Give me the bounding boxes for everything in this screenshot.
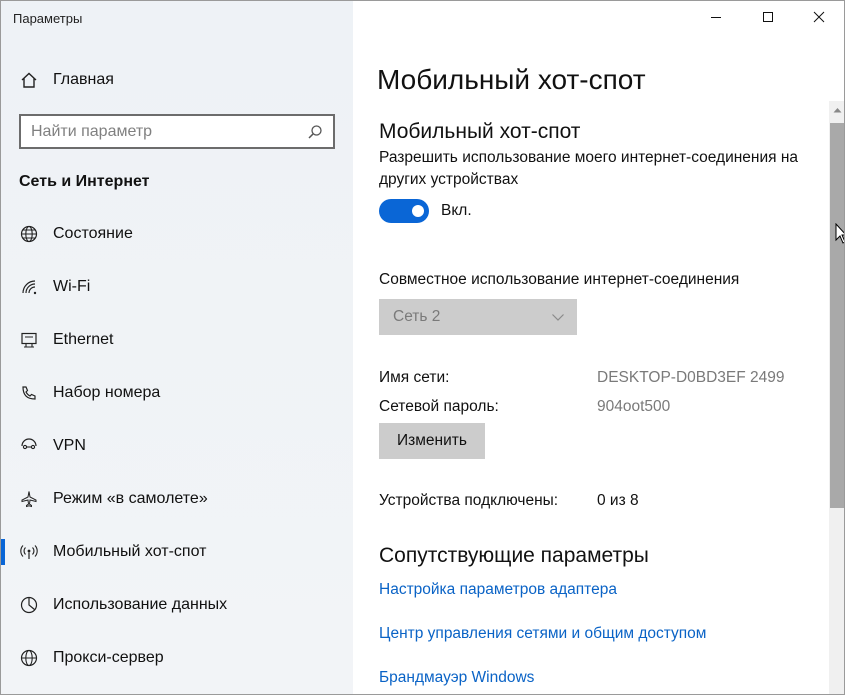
toggle-knob	[412, 205, 424, 217]
dialup-icon	[19, 383, 39, 403]
chevron-down-icon	[552, 314, 564, 321]
network-name-value: DESKTOP-D0BD3EF 2499	[597, 369, 785, 386]
mouse-cursor-icon	[835, 223, 844, 244]
globe-icon	[19, 648, 39, 668]
home-label: Главная	[53, 71, 114, 88]
chevron-up-icon	[833, 108, 842, 113]
search-input[interactable]	[21, 122, 303, 141]
sidebar-item-airplane[interactable]: Режим «в самолете»	[1, 472, 353, 525]
sidebar-nav: Состояние Wi-Fi Ethernet Набор номера VP…	[1, 207, 353, 684]
page-title: Мобильный хот-спот	[377, 64, 646, 95]
settings-window: Параметры Главная Сеть и Интернет Состоя…	[0, 0, 845, 695]
sidebar: Параметры Главная Сеть и Интернет Состоя…	[1, 1, 353, 694]
vpn-icon	[19, 436, 39, 456]
sidebar-item-hotspot[interactable]: Мобильный хот-спот	[1, 525, 353, 578]
devices-connected-label: Устройства подключены:	[379, 492, 559, 509]
hotspot-toggle[interactable]	[379, 199, 429, 223]
sidebar-item-label: Мобильный хот-спот	[53, 542, 207, 560]
share-connection-label: Совместное использование интернет-соедин…	[379, 271, 740, 288]
firewall-link[interactable]: Брандмауэр Windows	[379, 669, 534, 687]
sidebar-item-wifi[interactable]: Wi-Fi	[1, 260, 353, 313]
toggle-state-label: Вкл.	[441, 202, 472, 219]
search-icon[interactable]	[303, 120, 327, 144]
related-settings-title: Сопутствующие параметры	[379, 544, 649, 567]
sidebar-item-data-usage[interactable]: Использование данных	[1, 578, 353, 631]
sidebar-item-label: Ethernet	[53, 330, 114, 348]
password-label: Сетевой пароль:	[379, 398, 499, 415]
ethernet-icon	[19, 330, 39, 350]
sidebar-item-label: Использование данных	[53, 595, 228, 613]
sidebar-item-dialup[interactable]: Набор номера	[1, 366, 353, 419]
adapter-settings-link[interactable]: Настройка параметров адаптера	[379, 581, 617, 599]
wifi-icon	[19, 277, 39, 297]
edit-button[interactable]: Изменить	[379, 423, 485, 459]
scrollbar-thumb[interactable]	[830, 123, 844, 508]
sidebar-item-ethernet[interactable]: Ethernet	[1, 313, 353, 366]
home-nav-item[interactable]: Главная	[19, 68, 114, 92]
sidebar-section-title: Сеть и Интернет	[19, 173, 150, 190]
sidebar-item-proxy[interactable]: Прокси-сервер	[1, 631, 353, 684]
sidebar-item-label: Состояние	[53, 224, 133, 242]
scroll-up-arrow[interactable]	[829, 101, 844, 119]
airplane-icon	[19, 489, 39, 509]
sidebar-item-label: Режим «в самолете»	[53, 489, 208, 507]
network-center-link[interactable]: Центр управления сетями и общим доступом	[379, 625, 706, 643]
data-usage-icon	[19, 595, 39, 615]
sidebar-item-label: Набор номера	[53, 383, 161, 401]
share-connection-dropdown[interactable]: Сеть 2	[379, 299, 577, 335]
section-title: Мобильный хот-спот	[379, 120, 581, 143]
sidebar-item-label: Wi-Fi	[53, 277, 91, 295]
search-box[interactable]	[19, 114, 335, 149]
sidebar-item-label: VPN	[53, 436, 86, 454]
scrollbar[interactable]	[829, 101, 844, 694]
dropdown-value: Сеть 2	[393, 308, 441, 325]
password-value: 904oot500	[597, 398, 671, 415]
sidebar-item-status[interactable]: Состояние	[1, 207, 353, 260]
hotspot-description: Разрешить использование моего интернет-с…	[379, 149, 799, 188]
network-name-label: Имя сети:	[379, 369, 450, 386]
devices-connected-value: 0 из 8	[597, 492, 639, 509]
content-pane: Мобильный хот-спот Мобильный хот-спот Ра…	[353, 1, 829, 694]
hotspot-icon	[19, 542, 39, 562]
sidebar-item-vpn[interactable]: VPN	[1, 419, 353, 472]
sidebar-item-label: Прокси-сервер	[53, 648, 164, 666]
home-icon	[19, 70, 39, 90]
globe-icon	[19, 224, 39, 244]
window-title: Параметры	[13, 11, 83, 26]
